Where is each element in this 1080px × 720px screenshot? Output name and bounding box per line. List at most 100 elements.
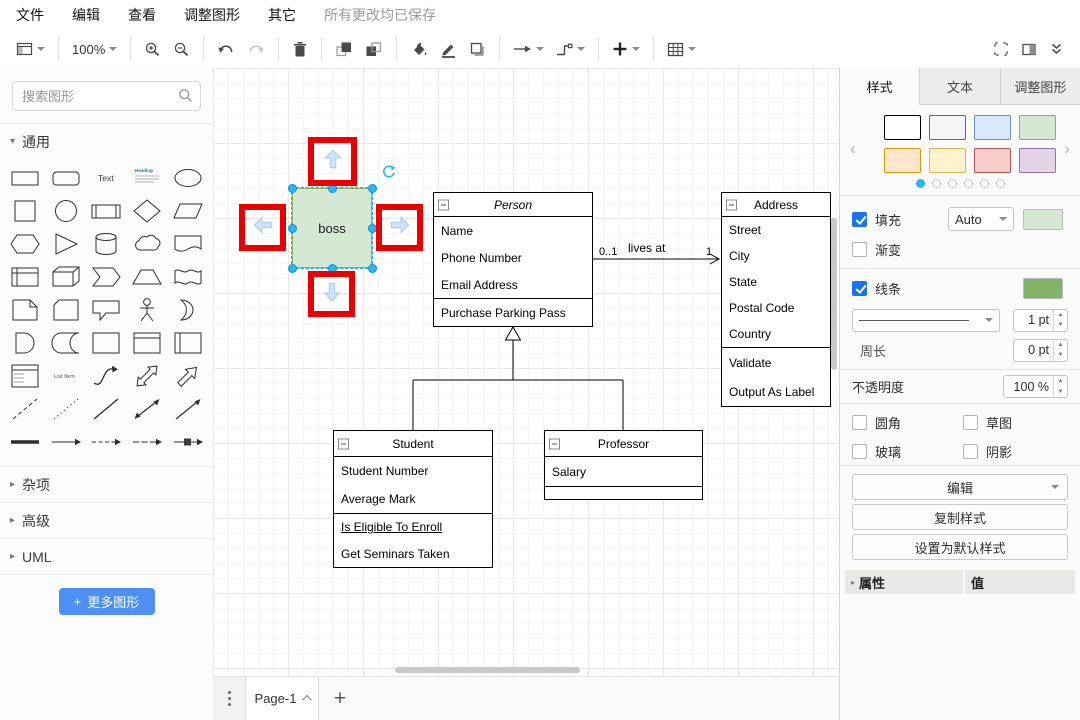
style-swatch-gray[interactable] (929, 115, 966, 140)
shape-labeled-arrow-edge[interactable] (167, 425, 208, 458)
undo-button[interactable] (217, 42, 235, 57)
shape-card[interactable] (46, 293, 87, 326)
class-field[interactable]: Average Mark (334, 485, 492, 513)
shape-trapezoid[interactable] (127, 260, 168, 293)
class-field[interactable]: Name (434, 217, 592, 244)
class-field[interactable]: Email Address (434, 271, 592, 298)
shape-rectangle[interactable] (5, 161, 46, 194)
pagination-dot[interactable] (932, 179, 941, 188)
uml-class-student[interactable]: Student Student Number Average Mark Is E… (333, 430, 493, 568)
direction-arrow-right[interactable] (387, 212, 413, 243)
shape-rounded-rectangle[interactable] (46, 161, 87, 194)
direction-arrow-left[interactable] (250, 212, 276, 243)
to-back-button[interactable] (365, 41, 383, 58)
zoom-level-dropdown[interactable]: 100% (72, 42, 117, 57)
direction-arrow-down[interactable] (319, 279, 345, 310)
shape-list[interactable] (5, 359, 46, 392)
format-panel-toggle[interactable] (1021, 42, 1037, 57)
tab-style[interactable]: 样式 (840, 68, 920, 105)
gradient-checkbox[interactable] (852, 242, 867, 257)
class-method[interactable]: Is Eligible To Enroll (334, 514, 492, 541)
waypoint-style-dropdown[interactable] (556, 42, 585, 56)
menu-file[interactable]: 文件 (16, 5, 44, 25)
section-misc[interactable]: ▸ 杂项 (0, 466, 213, 502)
selection-handle[interactable] (368, 184, 377, 193)
canvas-horizontal-scrollbar[interactable] (395, 667, 580, 673)
page-tab[interactable]: Page-1 (245, 677, 319, 720)
shape-bidirectional-arrow[interactable] (127, 359, 168, 392)
section-uml[interactable]: ▸ UML (0, 538, 213, 574)
menu-arrange[interactable]: 调整图形 (184, 5, 240, 25)
class-field[interactable]: Country (722, 321, 830, 347)
shape-and[interactable] (5, 326, 46, 359)
shape-curve[interactable] (86, 359, 127, 392)
pagination-dot[interactable] (980, 179, 989, 188)
selection-handle[interactable] (288, 264, 297, 273)
fill-color-button[interactable] (410, 41, 428, 58)
node-boss[interactable]: boss (292, 188, 372, 268)
table-button[interactable] (667, 42, 696, 57)
collapse-icon[interactable] (726, 199, 737, 210)
perimeter-spinner[interactable]: 0 pt ▲▼ (1013, 339, 1068, 362)
pages-menu-button[interactable] (213, 677, 245, 720)
edge-target-cardinality[interactable]: 1 (706, 246, 712, 258)
section-general[interactable]: ▾ 通用 (0, 123, 213, 159)
shape-square[interactable] (5, 194, 46, 227)
edge-source-cardinality[interactable]: 0..1 (599, 246, 617, 258)
uml-class-address[interactable]: Address Street City State Postal Code Co… (721, 192, 831, 407)
shape-tape[interactable] (167, 260, 208, 293)
menu-view[interactable]: 查看 (128, 5, 156, 25)
shape-document[interactable] (167, 227, 208, 260)
style-swatch-orange[interactable] (884, 148, 921, 173)
insert-button[interactable] (612, 41, 640, 57)
shape-link[interactable] (5, 425, 46, 458)
search-input[interactable] (12, 81, 201, 111)
selection-handle[interactable] (368, 264, 377, 273)
set-default-style-button[interactable]: 设置为默认样式 (852, 534, 1068, 560)
view-button[interactable] (16, 41, 45, 57)
class-field[interactable]: State (722, 269, 830, 295)
redo-button[interactable] (247, 42, 265, 57)
sketch-checkbox[interactable] (963, 415, 978, 430)
edge-label[interactable]: lives at (626, 241, 667, 255)
menu-extras[interactable]: 其它 (268, 5, 296, 25)
canvas[interactable]: boss Person Name Phone Number Email Addr… (213, 68, 839, 676)
selection-handle[interactable] (288, 184, 297, 193)
style-swatch-red[interactable] (974, 148, 1011, 173)
shape-step[interactable] (86, 260, 127, 293)
shape-triangle[interactable] (46, 227, 87, 260)
stepper-arrows[interactable]: ▲▼ (1053, 340, 1067, 361)
opacity-spinner[interactable]: 100 % ▲▼ (1003, 375, 1068, 398)
line-color-swatch[interactable] (1023, 278, 1063, 299)
shape-note[interactable] (5, 293, 46, 326)
uml-class-person[interactable]: Person Name Phone Number Email Address P… (433, 192, 593, 327)
class-field[interactable]: Phone Number (434, 244, 592, 271)
more-shapes-button[interactable]: + 更多图形 (59, 588, 155, 615)
fill-color-swatch[interactable] (1023, 209, 1063, 230)
shape-text[interactable]: Text (86, 161, 127, 194)
collapse-icon[interactable] (549, 438, 560, 449)
shadow-button[interactable] (469, 41, 486, 58)
shape-arrow-edge[interactable] (46, 425, 87, 458)
edit-style-button[interactable]: 编辑 (852, 474, 1068, 500)
style-swatch-white[interactable] (884, 115, 921, 140)
property-name-header[interactable]: ▸ 属性 (845, 570, 963, 594)
zoom-in-button[interactable] (144, 41, 161, 58)
shape-directional-connector[interactable] (167, 392, 208, 425)
pagination-dot[interactable] (948, 179, 957, 188)
shape-dotted-line[interactable] (46, 392, 87, 425)
tab-text[interactable]: 文本 (920, 68, 1000, 104)
pagination-dot[interactable] (916, 179, 925, 188)
fill-mode-select[interactable]: Auto (948, 207, 1014, 231)
shape-bidirectional-connector[interactable] (127, 392, 168, 425)
class-field[interactable]: Postal Code (722, 295, 830, 321)
line-checkbox[interactable] (852, 281, 867, 296)
line-width-spinner[interactable]: 1 pt ▲▼ (1013, 309, 1068, 332)
shape-callout[interactable] (86, 293, 127, 326)
stepper-arrows[interactable]: ▲▼ (1053, 376, 1067, 397)
shape-list-item[interactable]: List Item (46, 359, 87, 392)
shape-cloud[interactable] (127, 227, 168, 260)
style-swatch-purple[interactable] (1019, 148, 1056, 173)
shape-cube[interactable] (46, 260, 87, 293)
section-advanced[interactable]: ▸ 高级 (0, 502, 213, 538)
